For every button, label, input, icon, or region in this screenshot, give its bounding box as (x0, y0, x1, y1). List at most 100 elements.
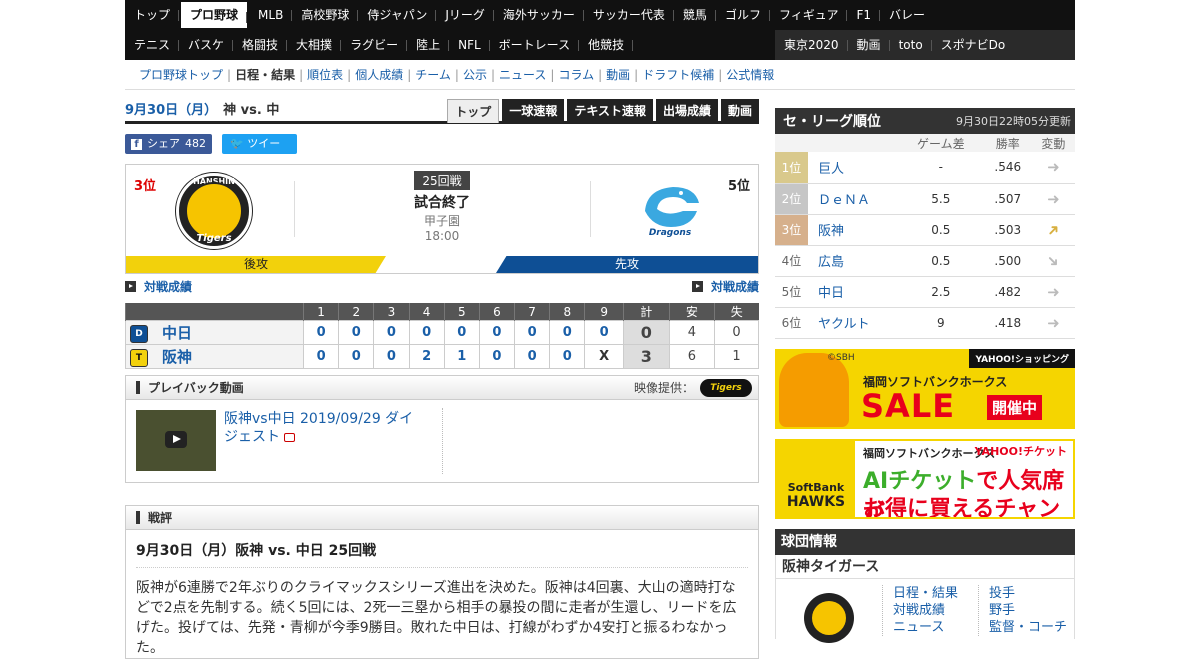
nav-item[interactable]: Jリーグ (436, 0, 494, 30)
pct-cell: .503 (983, 214, 1032, 246)
team-link[interactable]: 監督・コーチ (989, 619, 1067, 636)
team-link[interactable]: ニュース (893, 619, 958, 636)
nav-item[interactable]: 大相撲 (287, 30, 342, 60)
subnav-link[interactable]: 公式情報 (722, 66, 778, 83)
nav-item[interactable]: toto (890, 30, 932, 60)
header-cell: ゲーム差 (898, 134, 984, 152)
nav-item[interactable]: ラグビー (341, 30, 408, 60)
inning-cell: 0 (478, 320, 516, 345)
nav-item[interactable]: テニス (125, 30, 180, 60)
subnav-link[interactable]: コラム (554, 66, 598, 83)
team-info-name: 阪神タイガース (775, 554, 1075, 579)
nav-item[interactable]: 他競技 (579, 30, 634, 60)
link-label: 対戦成績 (144, 279, 193, 294)
nav-item[interactable]: NFL (449, 30, 490, 60)
nav-item[interactable]: 高校野球 (292, 0, 359, 30)
rank-cell: 2位 (775, 183, 808, 215)
rank-cell: 4位 (775, 245, 808, 277)
logo-text: Dragons (649, 228, 692, 237)
dragons-mini-icon: D (130, 324, 148, 343)
tigers-logo[interactable]: HANSHIN Tigers (176, 173, 252, 249)
subnav-link[interactable]: 公示 (459, 66, 491, 83)
hawks-sale-banner[interactable]: ©SBH YAHOO!ショッピング 福岡ソフトバンクホークス SALE 開催中 (775, 348, 1075, 429)
arrow-right-icon: ➜ (1047, 158, 1060, 177)
team-cell[interactable]: T 阪神 (125, 344, 304, 369)
header-cell: 安 (668, 303, 715, 321)
subnav-link[interactable]: ニュース (495, 66, 550, 83)
nav-item-active[interactable]: プロ野球 (181, 2, 248, 28)
inning-cell: 0 (478, 344, 516, 369)
header-cell: 失 (714, 303, 759, 321)
team-link[interactable]: ヤクルト (808, 307, 898, 339)
subnav-link[interactable]: 個人成績 (351, 66, 407, 83)
team-link[interactable]: ＤｅＮＡ (808, 183, 898, 215)
head-to-head-link-home[interactable]: 対戦成績 (125, 278, 192, 295)
tab-video[interactable]: 動画 (720, 98, 759, 123)
tab-top[interactable]: トップ (447, 98, 500, 123)
subnav-link[interactable]: 順位表 (303, 66, 347, 83)
head-to-head-link-away[interactable]: 対戦成績 (691, 278, 759, 295)
video-thumbnail[interactable] (136, 410, 216, 471)
provider-label: 映像提供： (633, 381, 694, 395)
review-title: 9月30日（月）阪神 vs. 中日 25回戦 (136, 540, 748, 568)
team-cell[interactable]: D 中日 (125, 320, 304, 345)
nav-item[interactable]: 陸上 (407, 30, 450, 60)
video-icon (284, 433, 296, 442)
nav-item[interactable]: 格闘技 (233, 30, 288, 60)
team-link[interactable]: 巨人 (808, 152, 898, 184)
link-label: 対戦成績 (710, 279, 759, 294)
subnav-link[interactable]: 動画 (602, 66, 634, 83)
team-link[interactable]: 野手 (989, 602, 1067, 619)
table-row: 5位 中日 2.5 .482 ➜ (775, 276, 1075, 308)
nav-item[interactable]: トップ (125, 0, 180, 30)
tab-pitch-by-pitch[interactable]: 一球速報 (502, 98, 565, 123)
panel-title: プレイバック動画 (136, 379, 244, 396)
facebook-share-button[interactable]: f シェア 482 (125, 134, 212, 154)
tab-stats[interactable]: 出場成績 (655, 98, 718, 123)
away-side-label: 先攻 (496, 256, 758, 273)
header-blank (808, 134, 898, 152)
subnav-link[interactable]: プロ野球トップ (135, 66, 227, 83)
game-review: 戦評 9月30日（月）阪神 vs. 中日 25回戦 阪神が6連勝で2年ぶりのクラ… (125, 505, 759, 659)
tab-text-live[interactable]: テキスト速報 (567, 98, 653, 123)
nav-item[interactable]: バレー (880, 0, 934, 30)
inning-cell: 0 (302, 320, 340, 345)
nav-item[interactable]: ボートレース (490, 30, 580, 60)
inning-cell: 0 (514, 320, 551, 345)
subnav-link[interactable]: チーム (411, 66, 455, 83)
inning-cell: 0 (514, 344, 551, 369)
nav-item[interactable]: フィギュア (770, 0, 848, 30)
subnav-link[interactable]: ドラフト候補 (638, 66, 718, 83)
nav-item[interactable]: 東京2020 (775, 30, 848, 60)
nav-item[interactable]: MLB (249, 0, 293, 30)
video-title-link[interactable]: 阪神vs中日 2019/09/29 ダイジェスト (224, 410, 424, 446)
inning-cell: 0 (373, 344, 410, 369)
team-link[interactable]: 投手 (989, 585, 1067, 602)
nav-item[interactable]: スポナビDo (932, 30, 1015, 60)
away-rank: 5位 (727, 179, 750, 194)
nav-item[interactable]: 動画 (848, 30, 890, 60)
nav-item[interactable]: 海外サッカー (494, 0, 584, 30)
hawks-ticket-banner[interactable]: SoftBank HAWKS 福岡ソフトバンクホークス YAHOO!チケット A… (775, 438, 1075, 519)
nav-item[interactable]: バスケ (179, 30, 234, 60)
header-cell: 7 (514, 303, 550, 321)
video-provider: 映像提供： Tigers (633, 378, 752, 397)
subnav-link-current[interactable]: 日程・結果 (231, 66, 299, 83)
team-link[interactable]: 日程・結果 (893, 585, 958, 602)
dragons-logo[interactable]: Dragons (637, 181, 703, 238)
nav-item[interactable]: サッカー代表 (584, 0, 674, 30)
team-link[interactable]: 阪神 (808, 214, 898, 246)
standings-header-row: ゲーム差 勝率 変動 (775, 134, 1075, 152)
nav-item[interactable]: 競馬 (674, 0, 716, 30)
team-link[interactable]: 対戦成績 (893, 602, 958, 619)
tweet-button[interactable]: 🐦 ツイート (222, 134, 297, 170)
nav-item[interactable]: F1 (847, 0, 880, 30)
nav-item[interactable]: 侍ジャパン (358, 0, 437, 30)
nav-item[interactable]: ゴルフ (716, 0, 770, 30)
game-status: 25回戦 試合終了 甲子園 18:00 (382, 171, 502, 243)
arrow-right-icon: ➜ (1047, 189, 1060, 208)
hits-cell: 4 (668, 320, 716, 345)
panel-title: 戦評 (136, 509, 172, 526)
team-link[interactable]: 中日 (808, 276, 898, 308)
team-link[interactable]: 広島 (808, 245, 898, 277)
